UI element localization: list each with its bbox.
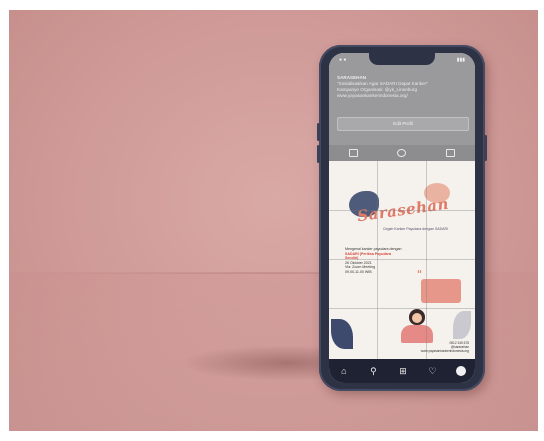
power-button xyxy=(484,135,487,161)
profile-tabs xyxy=(329,145,475,161)
bio-link[interactable]: www.yayasankankerindonesia.org/ xyxy=(337,93,469,99)
poster-footer: 0812 345 678 @sarasehan www.yayasankanke… xyxy=(421,341,469,353)
heart-icon[interactable]: ♡ xyxy=(427,366,439,376)
smartphone: ● ● ▮▮▮ SARASEHAN "Sosialisasikan Agar S… xyxy=(317,45,487,391)
volume-down-button xyxy=(317,145,320,163)
grid-divider xyxy=(329,210,475,211)
bottom-nav: ⌂ ⚲ ⊞ ♡ xyxy=(329,359,475,383)
person-face xyxy=(412,313,422,323)
phone-screen: ● ● ▮▮▮ SARASEHAN "Sosialisasikan Agar S… xyxy=(329,53,475,383)
info-line: 09.00-11.00 WIB xyxy=(345,269,372,274)
footer-line: www.yayasankankerindonesia.org xyxy=(420,349,469,353)
profile-bio: SARASEHAN "Sosialisasikan Agar SADARI Da… xyxy=(337,75,469,99)
poster-info: Mengenal kanker payudara dengan SADARI (… xyxy=(345,247,405,275)
info-line: Mengenal kanker payudara dengan xyxy=(345,247,402,251)
edit-profile-button[interactable]: Edit Profil xyxy=(337,117,469,131)
product-photo-backdrop: ● ● ▮▮▮ SARASEHAN "Sosialisasikan Agar S… xyxy=(9,10,538,431)
leaf-illustration xyxy=(453,311,471,339)
poster-tagline: Cegah Kanker Payudara dengan SADARI xyxy=(383,227,448,231)
profile-header: ● ● ▮▮▮ SARASEHAN "Sosialisasikan Agar S… xyxy=(329,53,475,145)
profile-icon[interactable] xyxy=(456,366,467,376)
add-post-icon[interactable]: ⊞ xyxy=(397,366,409,376)
camera-notch xyxy=(369,53,435,65)
leaf-illustration xyxy=(331,319,353,349)
quote-box xyxy=(421,279,461,303)
status-bar-right: ▮▮▮ xyxy=(456,57,465,63)
home-icon[interactable]: ⌂ xyxy=(338,366,350,376)
grid-icon[interactable] xyxy=(348,149,358,157)
grid-divider xyxy=(329,259,475,260)
search-icon[interactable]: ⚲ xyxy=(367,366,379,376)
post-grid[interactable]: Sarasehan Cegah Kanker Payudara dengan S… xyxy=(329,161,475,359)
grid-divider xyxy=(426,161,427,359)
tagged-icon[interactable] xyxy=(446,149,456,157)
volume-up-button xyxy=(317,123,320,141)
reels-icon[interactable] xyxy=(397,149,407,157)
grid-divider xyxy=(377,161,378,359)
quote-icon: “ xyxy=(417,269,422,280)
status-bar-left: ● ● xyxy=(339,57,347,63)
grid-divider xyxy=(329,308,475,309)
